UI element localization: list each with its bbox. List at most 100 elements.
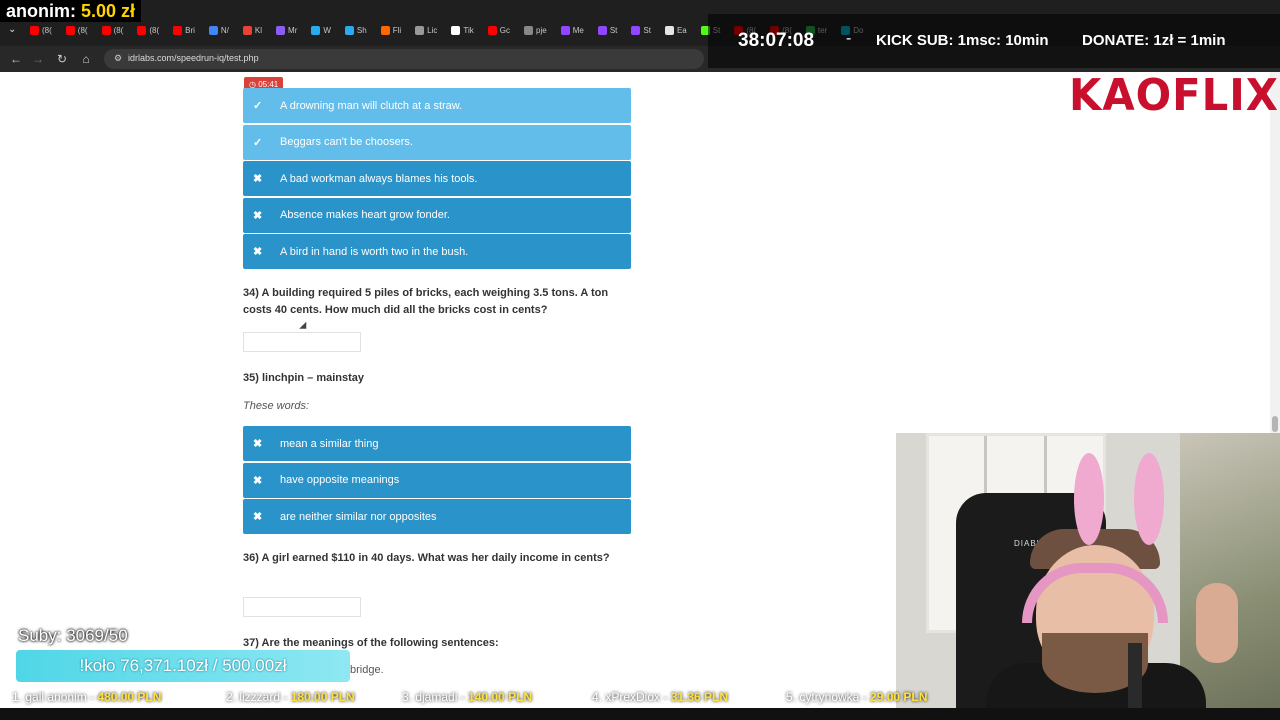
tab-favicon-icon [344,25,354,35]
cross-icon: ✖ [253,246,263,258]
kick-sub-rate: KICK SUB: 1msc: 10min [876,32,1049,49]
subs-counter: Suby: 3069/50 [18,626,128,645]
tab-favicon-icon [524,25,534,35]
tab-title: pje [536,25,547,35]
forward-icon[interactable]: → [30,51,46,67]
ticker-entry: 1. gall anonim - 480.00 PLN [12,690,161,704]
brand-logo: KAOFLIX [1069,70,1279,121]
question-36-text: 36) A girl earned $110 in 40 days. What … [243,552,610,564]
question-35-option[interactable]: ✖ have opposite meanings [243,462,631,498]
tab-favicon-icon [276,25,286,35]
browser-tab[interactable]: (8( [62,22,92,38]
screen: ⌄ (8( (8( (8( (8( Bri N/Kl Mr W Sh Fli Lic Tik Gc pje… [0,0,1280,720]
bottom-strip [0,708,1280,720]
ticker-entry: 5. cytrynowka - 29.00 PLN [786,690,927,704]
question-33-option-label: A drowning man will clutch at a straw. [280,99,463,112]
question-33-option-label: Beggars can't be choosers. [280,136,413,148]
bunny-ear-left-icon [1074,453,1104,545]
browser-tab[interactable]: Kl [239,22,266,38]
ticker-donor-amount: 180.00 PLN [290,690,355,704]
tab-title: Fli [392,25,402,35]
tab-favicon-icon [173,25,183,35]
browser-tab[interactable]: (8( [98,22,128,38]
tab-favicon-icon [415,25,425,35]
url-text: idrlabs.com/speedrun-iq/test.php [128,53,259,63]
browser-tab[interactable]: W [307,22,335,38]
browser-tab[interactable]: Tik [447,22,477,38]
tab-favicon-icon [137,25,147,35]
tab-favicon-icon [208,25,218,35]
question-36-answer-input[interactable] [243,597,361,617]
check-icon: ✓ [253,136,263,149]
subathon-timer: 38:07:08 [738,30,815,51]
browser-tab[interactable]: Ea [661,22,691,38]
browser-tab[interactable]: Lic [411,22,441,38]
question-35-option[interactable]: ✖ mean a similar thing [243,426,631,461]
browser-tab[interactable]: St [594,22,622,38]
tab-favicon-icon [311,25,321,35]
tab-list-chevron-icon[interactable]: ⌄ [8,24,16,35]
browser-tab[interactable]: Sh [341,22,371,38]
browser-tab[interactable]: Gc [484,22,514,38]
back-icon[interactable]: ← [8,51,24,67]
ticker-donor-name: 3. djamadi - [402,690,469,704]
tab-favicon-icon [597,25,607,35]
tab-title: St [643,25,651,35]
browser-tab[interactable]: (8( [133,22,163,38]
check-icon: ✓ [253,100,263,112]
overlay-separator: - [846,30,852,47]
browser-tab[interactable]: Me [557,22,588,38]
scrollbar-thumb[interactable] [1272,416,1278,432]
question-33-option-label: Absence makes heart grow fonder. [280,209,450,221]
ticker-donor-amount: 29.00 PLN [870,690,928,704]
site-info-icon[interactable]: ⚙ [114,53,124,64]
question-35-text: 35) linchpin – mainstay [243,372,365,384]
browser-tab[interactable]: pje [520,22,551,38]
wheel-goal-bar: !koło 76,371.10zł / 500.00zł [16,650,350,682]
question-33-option[interactable]: ✖ Absence makes heart grow fonder. [243,197,631,233]
url-field[interactable]: ⚙ idrlabs.com/speedrun-iq/test.php [104,49,704,69]
question-33-option[interactable]: ✖ A bird in hand is worth two in the bush… [243,234,631,269]
donate-rate: DONATE: 1zł = 1min [1082,32,1226,49]
question-33-option[interactable]: ✓ Beggars can't be choosers. [243,124,631,160]
browser-tab[interactable]: Fli [377,22,405,38]
question-34-answer-input[interactable] [243,332,361,352]
tab-title: Ea [676,25,687,35]
bunny-ear-right-icon [1134,453,1164,545]
browser-tab[interactable]: N/ [205,22,233,38]
ticker-donor-name: 5. cytrynowka - [786,690,871,704]
tab-favicon-icon [560,25,570,35]
question-35-option-label: have opposite meanings [280,474,400,486]
home-icon[interactable]: ⌂ [78,51,94,67]
tab-favicon-icon [101,25,111,35]
tab-favicon-icon [380,25,390,35]
question-35-hint: These words: [243,400,310,412]
ticker-donor-name: 1. gall anonim - [12,690,98,704]
question-33-option[interactable]: ✖ A bad workman always blames his tools. [243,161,631,196]
browser-tab[interactable]: (8( [26,22,56,38]
donor-name: anonim: [6,1,76,21]
reload-icon[interactable]: ↻ [54,51,70,67]
mouse-cursor-icon [299,321,310,333]
browser-tab[interactable]: St [627,22,655,38]
donation-amount: 5.00 zł [81,1,136,21]
tab-title: Mr [288,25,298,35]
tab-favicon-icon [631,25,641,35]
tab-favicon-icon [487,25,497,35]
ticker-entry: 3. djamadi - 140.00 PLN [402,690,532,704]
question-35-option[interactable]: ✖ are neither similar nor opposites [243,499,631,534]
cross-icon: ✖ [253,173,263,185]
tab-title: Lic [427,25,438,35]
tab-title: Bri [185,25,195,35]
browser-tab[interactable]: Mr [272,22,301,38]
tab-title: (8( [42,25,52,35]
ticker-entry: 4. xPrexDiox - 31.36 PLN [592,690,728,704]
tab-title: St [609,25,618,35]
tab-favicon-icon [30,25,39,35]
tab-favicon-icon [242,25,252,35]
microphone-icon [1128,643,1142,713]
browser-tab[interactable]: Bri [169,22,199,38]
question-35-option-label: mean a similar thing [280,437,379,450]
question-33-option[interactable]: ✓ A drowning man will clutch at a straw. [243,88,631,123]
tab-favicon-icon [664,25,674,35]
